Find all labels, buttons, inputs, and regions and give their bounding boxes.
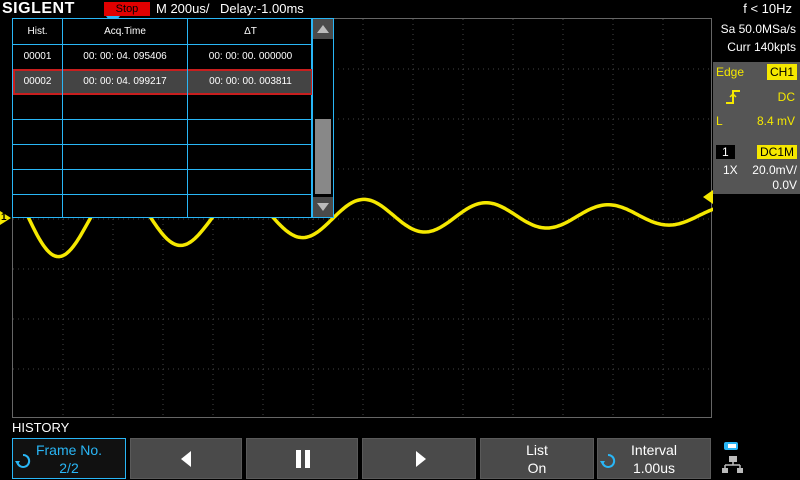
channel-number: 1 bbox=[716, 145, 735, 159]
network-icon bbox=[722, 442, 743, 473]
scroll-down-icon[interactable] bbox=[313, 197, 333, 217]
run-stop-indicator[interactable]: Stop bbox=[104, 2, 150, 16]
timebase-readout[interactable]: M 200us/ bbox=[156, 0, 209, 18]
play-pause-button[interactable] bbox=[246, 438, 358, 479]
table-row[interactable]: 00001 00: 00: 04. 095406 00: 00: 00. 000… bbox=[13, 44, 313, 70]
menu-title: HISTORY bbox=[12, 420, 70, 435]
softkey-label: Frame No. bbox=[35, 442, 103, 458]
trigger-level-label: L bbox=[716, 114, 723, 128]
delta-time: 00: 00: 00. 003811 bbox=[209, 76, 292, 87]
history-list: Hist. Acq.Time ΔT 00001 00: 00: 04. 0954… bbox=[12, 18, 313, 218]
channel-coupling: DC1M bbox=[756, 145, 797, 159]
sample-rate: Sa 50.0MSa/s bbox=[720, 22, 796, 36]
frame-number: 00001 bbox=[13, 44, 63, 69]
header-hist: Hist. bbox=[13, 19, 63, 44]
table-row-empty bbox=[13, 169, 313, 195]
info-panel: Sa 50.0MSa/s Curr 140kpts Edge CH1 DC L … bbox=[713, 18, 800, 418]
trigger-level-marker[interactable] bbox=[703, 190, 713, 204]
vertical-offset: 0.0V bbox=[772, 178, 797, 192]
acq-time: 00: 00: 04. 099217 bbox=[63, 69, 188, 94]
rising-edge-icon bbox=[726, 90, 740, 104]
table-row-selected[interactable]: 00002 00: 00: 04. 099217 00: 00: 00. 003… bbox=[13, 69, 313, 95]
previous-frame-icon bbox=[181, 451, 191, 467]
trigger-level: 8.4 mV bbox=[756, 114, 795, 128]
frame-number-button[interactable]: Frame No. 2/2 bbox=[12, 438, 126, 479]
trigger-source: CH1 bbox=[766, 64, 797, 80]
delta-time: 00: 00: 00. 000000 bbox=[208, 51, 293, 62]
memory-depth: Curr 140kpts bbox=[727, 40, 796, 54]
acq-time: 00: 00: 04. 095406 bbox=[63, 44, 188, 69]
channel1-settings[interactable]: 1 DC1M 1X 20.0mV/ 0.0V bbox=[713, 142, 800, 194]
probe-attenuation: 1X bbox=[723, 163, 738, 177]
ch1-marker-label: 1 bbox=[1, 212, 7, 223]
softkey-value: 1.00us bbox=[632, 460, 676, 476]
next-frame-icon bbox=[416, 451, 426, 467]
next-frame-button[interactable] bbox=[362, 438, 476, 479]
previous-frame-button[interactable] bbox=[130, 438, 242, 479]
softkey-label: List bbox=[526, 442, 548, 458]
table-row-empty bbox=[13, 144, 313, 170]
softkey-bar: Frame No. 2/2 List On Interval 1.00us bbox=[0, 437, 800, 480]
scroll-up-icon[interactable] bbox=[313, 19, 333, 39]
history-header-row: Hist. Acq.Time ΔT bbox=[13, 19, 313, 45]
table-row-empty bbox=[13, 194, 313, 217]
scroll-thumb[interactable] bbox=[315, 119, 331, 194]
softkey-value: 2/2 bbox=[59, 460, 79, 476]
softkey-label: Interval bbox=[631, 442, 677, 458]
interval-button[interactable]: Interval 1.00us bbox=[597, 438, 711, 479]
pause-icon bbox=[296, 450, 310, 468]
header-acq-time: Acq.Time bbox=[63, 19, 188, 44]
frame-number: 00002 bbox=[13, 69, 63, 94]
trigger-frequency-readout: f < 10Hz bbox=[743, 1, 792, 16]
status-bar: SIGLENT Stop M 200us/ Delay:-1.00ms f < … bbox=[0, 0, 800, 18]
table-row-empty bbox=[13, 119, 313, 145]
trigger-settings[interactable]: Edge CH1 DC L 8.4 mV bbox=[713, 62, 800, 150]
trigger-type: Edge bbox=[716, 65, 745, 79]
brand-logo: SIGLENT bbox=[2, 0, 75, 17]
vertical-scale: 20.0mV/ bbox=[752, 163, 797, 177]
table-row-empty bbox=[13, 94, 313, 120]
header-delta-t: ΔT bbox=[244, 26, 257, 37]
list-toggle-button[interactable]: List On bbox=[480, 438, 594, 479]
history-scrollbar[interactable] bbox=[312, 18, 334, 218]
delay-readout[interactable]: Delay:-1.00ms bbox=[220, 0, 304, 18]
softkey-value: On bbox=[527, 460, 547, 476]
trigger-coupling: DC bbox=[777, 90, 795, 104]
